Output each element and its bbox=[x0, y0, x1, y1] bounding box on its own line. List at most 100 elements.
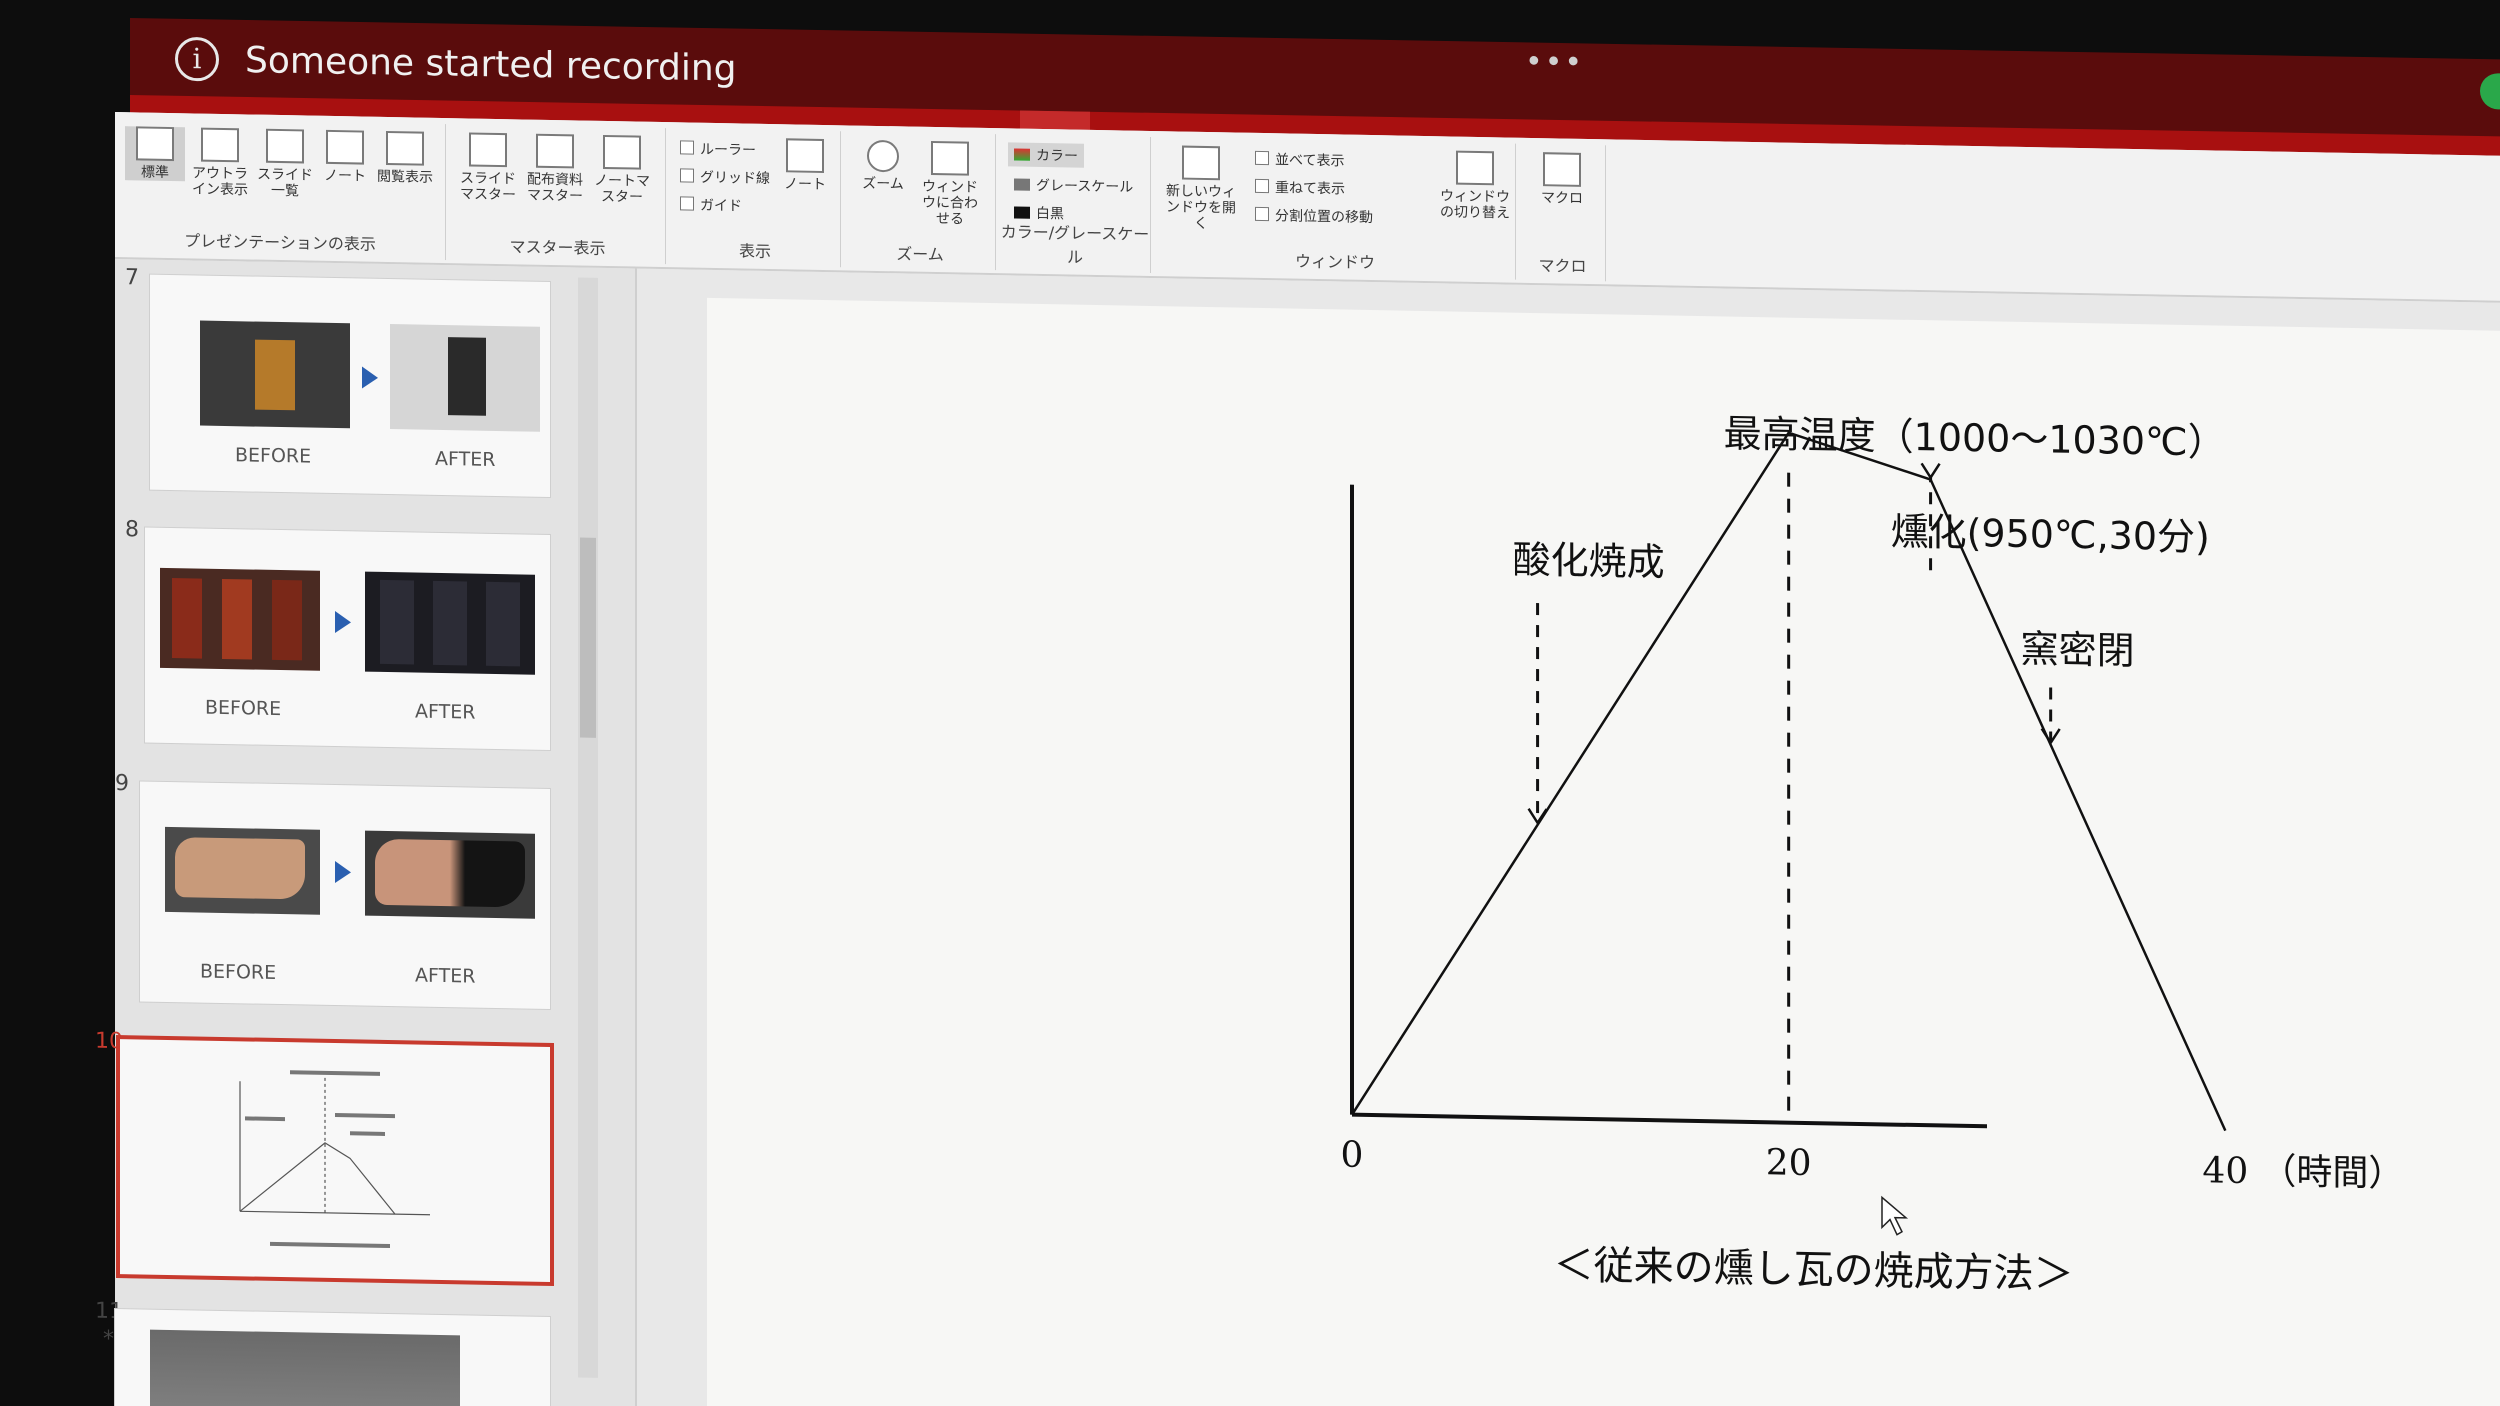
button-label: ウィンドウに合わせる bbox=[922, 178, 978, 228]
slide-number: 10 bbox=[95, 1028, 123, 1055]
option-label: カラー bbox=[1036, 147, 1078, 165]
slide-number: 7 bbox=[125, 265, 139, 291]
switch-windows-icon bbox=[1456, 150, 1494, 186]
button-label: ノート bbox=[324, 167, 366, 185]
mouse-cursor-icon bbox=[1881, 1195, 1909, 1236]
x-axis-unit-label: （時間） bbox=[2260, 1151, 2404, 1195]
slide-thumbnail-9[interactable]: BEFORE AFTER bbox=[140, 781, 550, 1009]
before-photo bbox=[165, 826, 320, 915]
fit-to-window-button[interactable]: ウィンドウに合わせる bbox=[920, 140, 980, 228]
group-label: ウィンドウ bbox=[1294, 251, 1375, 273]
button-label: アウトライン表示 bbox=[192, 165, 248, 199]
notes-page-icon bbox=[326, 129, 364, 165]
screenshot: i Someone started recording ••• ✆ 標準 アウト… bbox=[0, 0, 2500, 1406]
notes-master-icon bbox=[603, 134, 641, 170]
move-split-button[interactable]: 分割位置の移動 bbox=[1255, 205, 1373, 227]
slide-master-icon bbox=[469, 132, 507, 168]
button-label: 新しいウィンドウを開く bbox=[1166, 183, 1236, 233]
call-button[interactable]: ✆ bbox=[2480, 73, 2500, 111]
after-photo bbox=[365, 571, 535, 675]
group-label: カラー/グレースケール bbox=[1000, 222, 1150, 267]
slide-thumbnail-11[interactable] bbox=[115, 1309, 550, 1406]
button-label: スライド一覧 bbox=[257, 166, 313, 200]
button-label: マクロ bbox=[1541, 190, 1583, 207]
slide-editing-area: 0 20 40 （時間） 最高温度（1000～1030℃） 酸化焼成 燻化(950℃,30… bbox=[637, 268, 2500, 1406]
view-normal-button[interactable]: 標準 bbox=[125, 126, 185, 182]
button-label: ズーム bbox=[862, 175, 904, 193]
smoking-label: 燻化(950℃,30分) bbox=[1891, 510, 2210, 560]
slide-number: 9 bbox=[115, 771, 129, 797]
notes-master-button[interactable]: ノートマスター bbox=[592, 134, 652, 206]
magnifier-icon bbox=[867, 139, 899, 173]
slide-thumbnail-10[interactable] bbox=[120, 1039, 550, 1282]
button-label: 閲覧表示 bbox=[377, 168, 433, 186]
x-axis-line bbox=[1352, 1112, 1987, 1129]
grayscale-swatch-icon bbox=[1014, 178, 1030, 191]
group-macros: マクロ マクロ bbox=[1520, 143, 1606, 282]
before-label: BEFORE bbox=[205, 696, 282, 721]
group-master-views: スライドマスター 配布資料マスター ノートマスター マスター表示 bbox=[450, 124, 666, 265]
guides-checkbox[interactable]: ガイド bbox=[680, 194, 742, 215]
factory-photo bbox=[150, 1329, 460, 1406]
handout-master-button[interactable]: 配布資料マスター bbox=[525, 133, 585, 205]
slide-thumbnail-8[interactable]: BEFORE AFTER bbox=[145, 527, 550, 750]
button-label: ノート bbox=[784, 176, 826, 194]
gridlines-checkbox[interactable]: グリッド線 bbox=[680, 166, 770, 188]
color-option[interactable]: カラー bbox=[1008, 142, 1084, 168]
notes-button[interactable]: ノート bbox=[775, 138, 835, 193]
powerpoint-window: 標準 アウトライン表示 スライド一覧 ノート 閲覧表示 プレゼンテーションの表示… bbox=[95, 112, 2500, 1406]
thumbnail-scrollbar[interactable] bbox=[578, 277, 598, 1378]
fit-window-icon bbox=[931, 140, 969, 176]
handout-master-icon bbox=[536, 133, 574, 169]
view-slide-sorter-button[interactable]: スライド一覧 bbox=[255, 128, 315, 200]
grayscale-option[interactable]: グレースケール bbox=[1014, 174, 1133, 196]
thumbnail-chart-preview bbox=[239, 1070, 430, 1249]
after-label: AFTER bbox=[415, 964, 476, 988]
firing-process-chart: 0 20 40 （時間） 最高温度（1000～1030℃） 酸化焼成 燻化(950℃,30… bbox=[1341, 411, 2405, 1298]
scroll-thumb[interactable] bbox=[580, 537, 596, 738]
slide-caption: ＜従来の燻し瓦の焼成方法＞ bbox=[1554, 1242, 2074, 1298]
smoking-marker-arrowhead bbox=[1920, 462, 1941, 480]
button-label: 配布資料マスター bbox=[527, 171, 583, 205]
arrow-right-icon bbox=[335, 861, 351, 884]
oxidation-firing-label: 酸化焼成 bbox=[1513, 538, 1665, 585]
view-reading-button[interactable]: 閲覧表示 bbox=[375, 130, 435, 186]
reading-view-icon bbox=[386, 130, 424, 166]
x-tick-label: 0 bbox=[1341, 1134, 1364, 1175]
before-label: BEFORE bbox=[235, 444, 312, 468]
kiln-sealed-label: 窯密閉 bbox=[2021, 627, 2135, 673]
button-label: ノートマスター bbox=[594, 172, 650, 206]
view-outline-button[interactable]: アウトライン表示 bbox=[190, 127, 250, 198]
after-photo bbox=[390, 324, 540, 432]
info-icon: i bbox=[175, 36, 219, 82]
zoom-button[interactable]: ズーム bbox=[853, 139, 913, 193]
before-photo bbox=[200, 320, 350, 429]
after-label: AFTER bbox=[435, 447, 496, 471]
group-label: ズーム bbox=[896, 244, 944, 265]
peak-temperature-label: 最高温度（1000～1030℃） bbox=[1724, 411, 2226, 464]
switch-windows-button[interactable]: ウィンドウの切り替え bbox=[1440, 150, 1510, 222]
button-label: ウィンドウの切り替え bbox=[1440, 188, 1510, 222]
normal-view-icon bbox=[136, 126, 174, 162]
view-notes-page-button[interactable]: ノート bbox=[315, 129, 375, 185]
group-show: ルーラー グリッド線 ガイド ノート 表示 bbox=[670, 128, 841, 268]
after-label: AFTER bbox=[415, 700, 476, 724]
arrange-all-button[interactable]: 並べて表示 bbox=[1255, 149, 1344, 171]
cascade-button[interactable]: 重ねて表示 bbox=[1255, 177, 1345, 199]
more-options-icon[interactable]: ••• bbox=[1525, 44, 1584, 80]
group-label: マクロ bbox=[1538, 256, 1587, 276]
slide-thumbnail-7[interactable]: BEFORE AFTER bbox=[150, 274, 550, 497]
ruler-checkbox[interactable]: ルーラー bbox=[680, 138, 756, 159]
before-label: BEFORE bbox=[200, 960, 277, 984]
macros-button[interactable]: マクロ bbox=[1532, 152, 1592, 207]
color-swatch-icon bbox=[1014, 148, 1030, 161]
new-window-button[interactable]: 新しいウィンドウを開く bbox=[1161, 145, 1241, 232]
group-zoom: ズーム ウィンドウに合わせる ズーム bbox=[845, 131, 996, 271]
slide-master-button[interactable]: スライドマスター bbox=[458, 132, 518, 203]
option-label: グレースケール bbox=[1036, 177, 1134, 196]
black-white-swatch-icon bbox=[1014, 206, 1030, 219]
group-label: 表示 bbox=[738, 241, 771, 262]
new-window-icon bbox=[1182, 145, 1220, 181]
slide-number: 8 bbox=[125, 517, 139, 543]
current-slide[interactable]: 0 20 40 （時間） 最高温度（1000～1030℃） 酸化焼成 燻化(950℃,30… bbox=[707, 297, 2500, 1406]
